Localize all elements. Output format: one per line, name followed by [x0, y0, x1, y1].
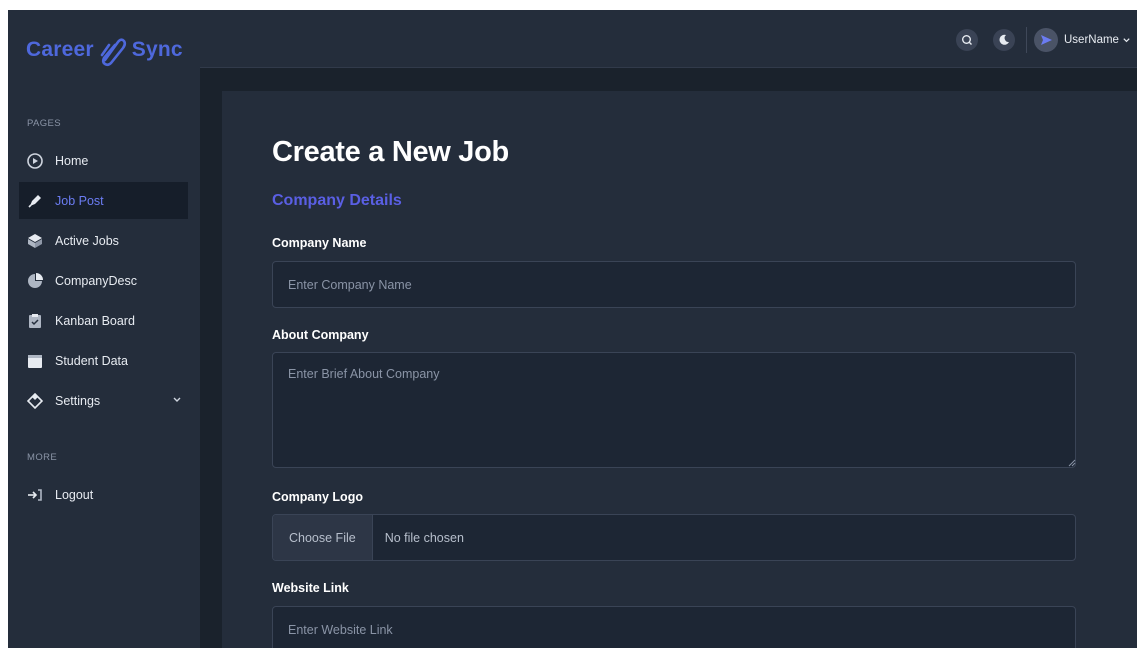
- search-button[interactable]: [956, 29, 978, 51]
- company-name-label: Company Name: [272, 236, 367, 250]
- file-status-text: No file chosen: [384, 530, 464, 545]
- sidebar-item-label: CompanyDesc: [55, 273, 137, 288]
- brand-name-part1: Career: [26, 38, 94, 61]
- user-menu[interactable]: UserName: [1034, 28, 1131, 52]
- brand-logo[interactable]: Career Sync: [26, 30, 183, 70]
- brand-name-part2: Sync: [131, 38, 183, 61]
- sidebar-item-settings[interactable]: Settings: [19, 382, 188, 419]
- sidebar-group-pages: PAGES: [27, 118, 62, 129]
- sidebar-item-kanban-board[interactable]: Kanban Board: [19, 302, 188, 339]
- chevron-down-icon[interactable]: [172, 395, 182, 405]
- sidebar: Career Sync PAGES Home Job Post Active J…: [8, 10, 200, 648]
- user-avatar-icon: [1034, 28, 1058, 52]
- calendar-icon: [27, 353, 43, 369]
- sidebar-item-label: Active Jobs: [55, 233, 119, 248]
- cube-icon: [27, 233, 43, 249]
- sidebar-group-more: MORE: [27, 452, 58, 463]
- moon-icon: [999, 34, 1009, 45]
- theme-toggle-button[interactable]: [993, 29, 1015, 51]
- sidebar-more-nav: Logout: [19, 476, 188, 516]
- page-title: Create a New Job: [272, 136, 509, 168]
- website-link-input[interactable]: [272, 606, 1076, 648]
- pen-icon: [27, 193, 43, 209]
- top-bar: UserName: [200, 10, 1137, 68]
- chevron-down-icon: [1123, 37, 1130, 42]
- sidebar-item-label: Job Post: [55, 193, 104, 208]
- diamond-icon: [27, 392, 43, 409]
- home-icon: [27, 152, 43, 169]
- sidebar-item-label: Settings: [55, 393, 101, 408]
- paperclip-icon: [100, 38, 126, 67]
- sidebar-item-active-jobs[interactable]: Active Jobs: [19, 222, 188, 259]
- search-icon: [962, 35, 972, 45]
- about-company-textarea[interactable]: [272, 352, 1076, 468]
- user-name: UserName: [1064, 34, 1119, 46]
- sidebar-item-label: Student Data: [55, 353, 128, 368]
- sidebar-item-companydesc[interactable]: CompanyDesc: [19, 262, 188, 299]
- choose-file-button[interactable]: Choose File: [273, 515, 373, 560]
- topbar-divider: [1026, 27, 1027, 53]
- clipboard-check-icon: [27, 313, 43, 329]
- website-link-label: Website Link: [272, 581, 349, 595]
- about-company-label: About Company: [272, 328, 369, 342]
- company-logo-file-input[interactable]: Choose File No file chosen: [272, 514, 1076, 561]
- company-name-input[interactable]: [272, 261, 1076, 308]
- sidebar-nav: Home Job Post Active Jobs CompanyDesc Ka…: [19, 142, 188, 422]
- sidebar-item-label: Kanban Board: [55, 313, 135, 328]
- sidebar-item-student-data[interactable]: Student Data: [19, 342, 188, 379]
- logout-icon: [27, 487, 43, 503]
- sidebar-item-job-post[interactable]: Job Post: [19, 182, 188, 219]
- resize-handle-icon[interactable]: [1068, 459, 1076, 467]
- section-title: Company Details: [272, 192, 402, 209]
- sidebar-item-label: Home: [55, 153, 89, 168]
- pie-chart-icon: [27, 272, 43, 289]
- app-window: Career Sync PAGES Home Job Post Active J…: [8, 10, 1137, 648]
- sidebar-item-home[interactable]: Home: [19, 142, 188, 179]
- sidebar-item-label: Logout: [55, 487, 94, 502]
- sidebar-item-logout[interactable]: Logout: [19, 476, 188, 513]
- company-logo-label: Company Logo: [272, 490, 363, 504]
